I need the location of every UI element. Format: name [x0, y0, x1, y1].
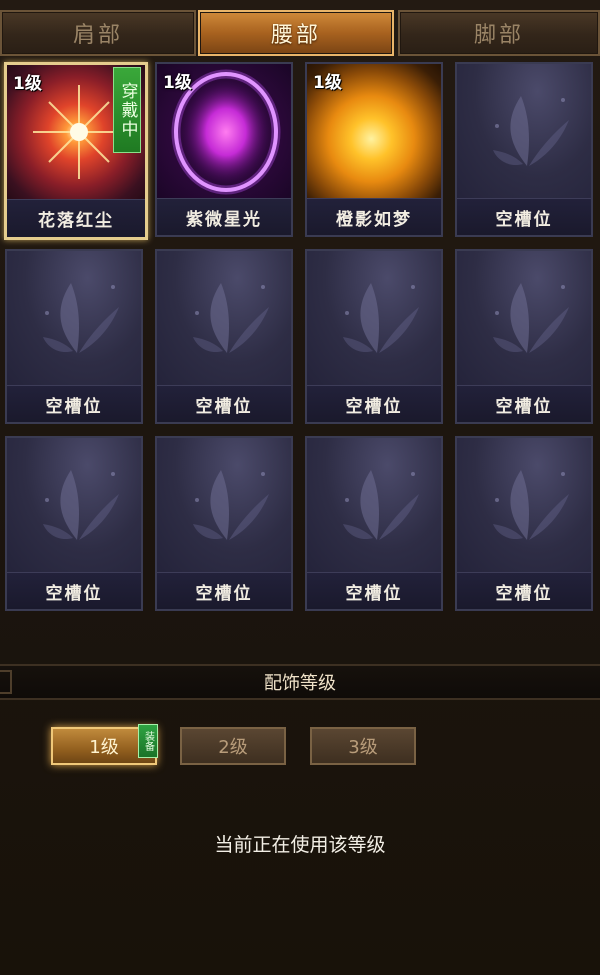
slot-art [157, 251, 291, 387]
tab-label: 脚部 [473, 23, 524, 48]
slot-name: 空槽位 [457, 385, 591, 422]
level-label: 3级 [348, 737, 378, 758]
tab-label: 腰部 [270, 23, 321, 48]
tab-bar: 肩部 腰部 脚部 [0, 10, 600, 56]
level-2-button[interactable]: 2级 [180, 727, 286, 765]
slot-art [7, 438, 141, 574]
slot-art [157, 438, 291, 574]
slot-art [7, 251, 141, 387]
slot-name: 橙影如梦 [307, 198, 441, 235]
accessory-slot-empty[interactable]: 空槽位 [455, 62, 593, 237]
slot-art [307, 251, 441, 387]
accessory-slot-empty[interactable]: 空槽位 [305, 249, 443, 424]
item-level: 1级 [163, 73, 192, 93]
accessory-slot-empty[interactable]: 空槽位 [455, 249, 593, 424]
tab-shoulder[interactable]: 肩部 [0, 10, 196, 56]
equipped-tag: 装备 [138, 724, 158, 758]
section-header: 配饰等级 [0, 664, 600, 700]
accessory-slot-empty[interactable]: 空槽位 [155, 436, 293, 611]
level-label: 1级 [89, 737, 119, 758]
butterfly-icon [493, 96, 569, 166]
butterfly-icon [343, 283, 419, 353]
accessory-slot[interactable]: 1级 穿戴中 花落红尘 [4, 62, 148, 240]
accessory-slot[interactable]: 1级 紫微星光 [155, 62, 293, 237]
accessory-panel: 肩部 腰部 脚部 1级 穿戴中 花落红尘 1级 紫微星光 1级 橙影如梦 空槽位… [0, 0, 600, 975]
level-label: 2级 [218, 737, 248, 758]
butterfly-icon [493, 283, 569, 353]
slot-name: 空槽位 [457, 198, 591, 235]
tab-feet[interactable]: 脚部 [398, 10, 600, 56]
butterfly-icon [343, 470, 419, 540]
slot-name: 空槽位 [7, 572, 141, 609]
butterfly-icon [43, 283, 119, 353]
accessory-slot-empty[interactable]: 空槽位 [5, 249, 143, 424]
item-level: 1级 [13, 74, 42, 94]
butterfly-icon [493, 470, 569, 540]
slot-name: 空槽位 [307, 572, 441, 609]
slot-name: 空槽位 [157, 572, 291, 609]
slot-art [307, 438, 441, 574]
slot-name: 空槽位 [457, 572, 591, 609]
accessory-slot[interactable]: 1级 橙影如梦 [305, 62, 443, 237]
butterfly-icon [43, 470, 119, 540]
accessory-slot-empty[interactable]: 空槽位 [5, 436, 143, 611]
slot-art [457, 64, 591, 200]
wearing-badge: 穿戴中 [113, 67, 141, 153]
butterfly-icon [193, 470, 269, 540]
tab-waist[interactable]: 腰部 [198, 10, 394, 56]
accessory-slot-empty[interactable]: 空槽位 [455, 436, 593, 611]
slot-art [457, 438, 591, 574]
slot-name: 空槽位 [157, 385, 291, 422]
accessory-slot-empty[interactable]: 空槽位 [155, 249, 293, 424]
slot-name: 空槽位 [7, 385, 141, 422]
section-title: 配饰等级 [264, 673, 336, 694]
butterfly-icon [193, 283, 269, 353]
slot-art [457, 251, 591, 387]
accessory-slot-empty[interactable]: 空槽位 [305, 436, 443, 611]
item-level: 1级 [313, 73, 342, 93]
slot-name: 花落红尘 [7, 199, 145, 237]
slot-name: 紫微星光 [157, 198, 291, 235]
status-text: 当前正在使用该等级 [214, 834, 386, 856]
slot-name: 空槽位 [307, 385, 441, 422]
level-3-button[interactable]: 3级 [310, 727, 416, 765]
tab-label: 肩部 [72, 23, 123, 48]
